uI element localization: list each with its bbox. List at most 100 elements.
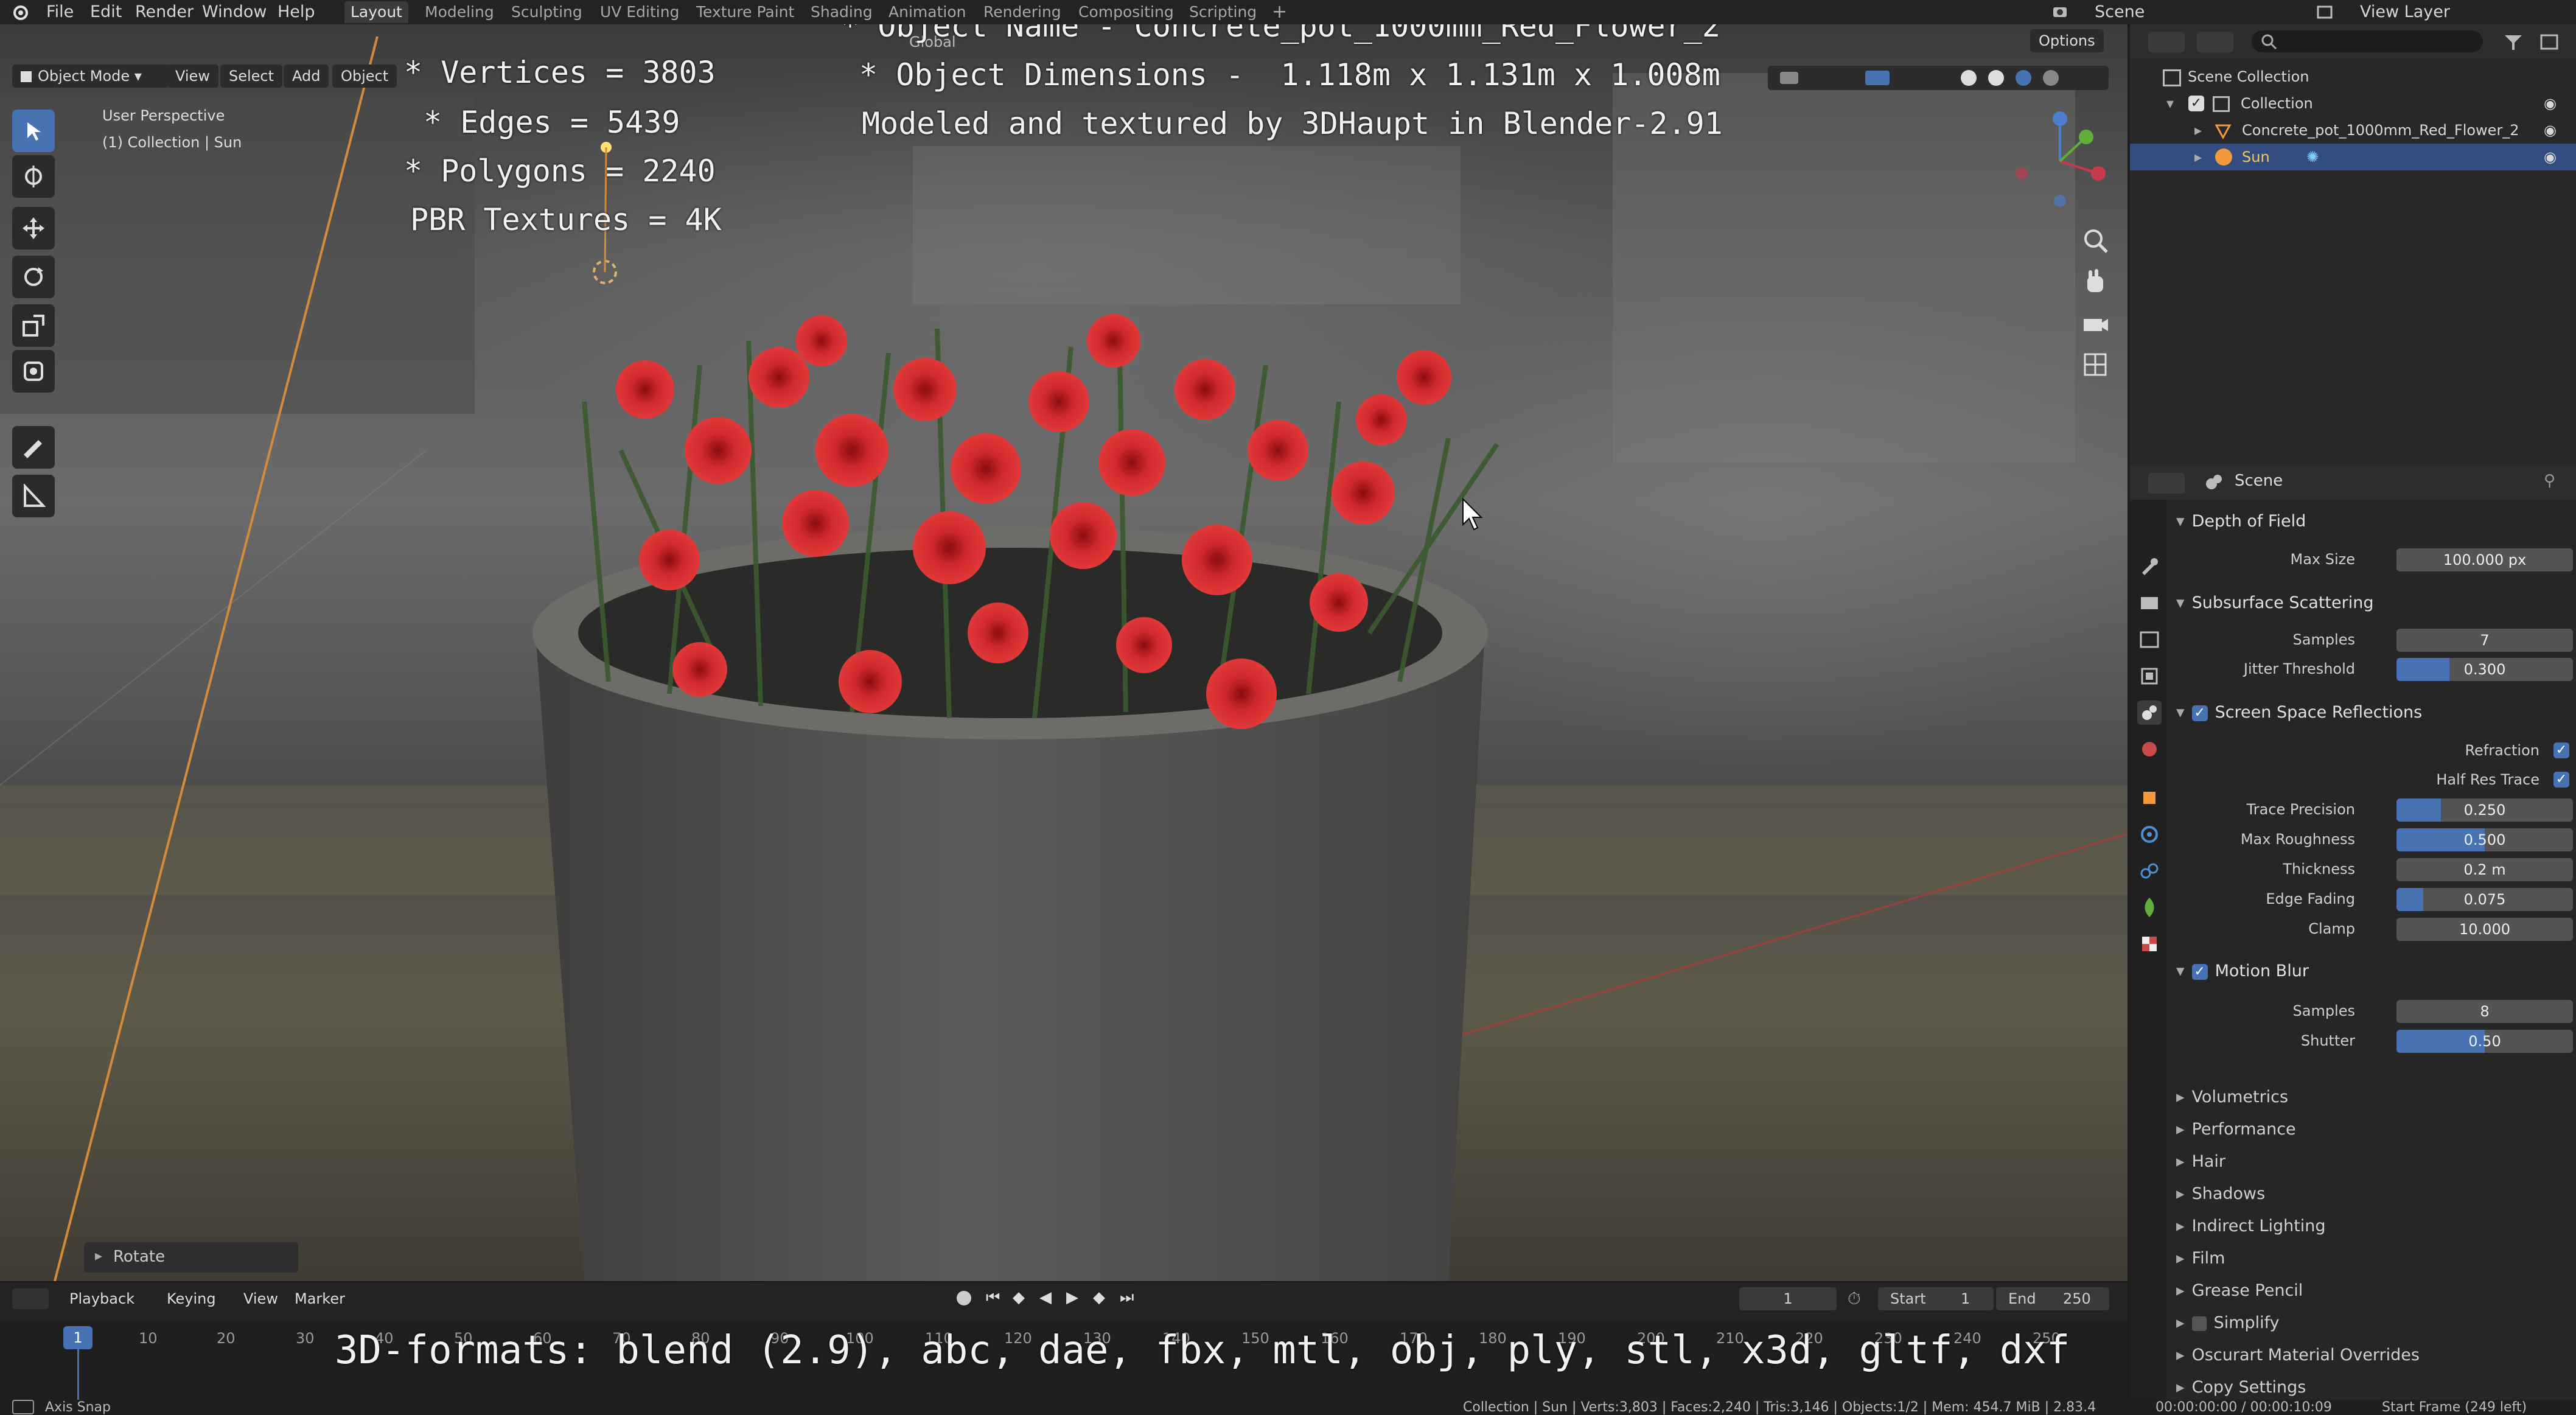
viewport-menu-view[interactable]: View [167,65,218,88]
blender-logo-icon[interactable] [11,4,29,22]
record-icon[interactable] [957,1291,971,1305]
cursor-tool-button[interactable] [12,155,55,198]
menu-edit[interactable]: Edit [90,0,122,24]
next-keyframe-icon[interactable]: ◆ [1093,1288,1105,1307]
pan-hand-icon[interactable] [2079,265,2113,299]
expand-arrow-icon[interactable]: ▾ [2166,90,2174,117]
ortho-grid-icon[interactable] [2079,348,2113,382]
tab-compositing[interactable]: Compositing [1072,1,1180,23]
visibility-eye-icon[interactable]: ◉ [2544,90,2557,117]
scene-name[interactable]: Scene [2095,0,2145,24]
expand-arrow-icon[interactable]: ▸ [2194,117,2202,144]
jump-end-icon[interactable]: ⏭ [1120,1288,1134,1307]
camera-view-icon[interactable] [2079,307,2113,341]
stopwatch-icon[interactable]: ⏱ [1848,1288,1861,1309]
playhead[interactable]: 1 [63,1326,92,1349]
section-indirect-lighting[interactable]: ▸ Indirect Lighting [2168,1211,2326,1242]
tab-rendering[interactable]: Rendering [977,1,1067,23]
viewport-menu-object[interactable]: Object [332,65,397,88]
play-reverse-icon[interactable]: ◀ [1039,1288,1052,1307]
object-tab-icon[interactable] [2137,786,2162,810]
editor-type-icon[interactable] [2148,32,2185,52]
render-tab-icon[interactable] [2137,591,2162,615]
view-layer-name[interactable]: View Layer [2360,0,2450,24]
section-oscurart-overrides[interactable]: ▸ Oscurart Material Overrides [2168,1340,2420,1371]
timeline-menu-view[interactable]: View [235,1287,287,1310]
navigation-gizmo[interactable] [2008,110,2112,213]
tab-animation[interactable]: Animation [882,1,972,23]
outliner-row-scene-collection[interactable]: Scene Collection [2130,63,2576,90]
options-dropdown[interactable]: Options [2030,29,2104,52]
section-performance[interactable]: ▸ Performance [2168,1114,2296,1145]
section-copy-settings[interactable]: ▸ Copy Settings [2168,1372,2306,1403]
pin-icon[interactable]: ⚲ [2544,472,2555,490]
move-tool-button[interactable] [12,207,55,250]
add-workspace-icon[interactable]: + [1266,1,1293,23]
tab-uv-editing[interactable]: UV Editing [594,1,685,23]
shading-controls[interactable] [1768,66,2109,90]
menu-file[interactable]: File [46,0,74,24]
half-res-trace-checkbox[interactable]: ✓ [2553,772,2569,788]
display-mode-icon[interactable] [2197,32,2233,52]
tab-modeling[interactable]: Modeling [419,1,500,23]
refraction-checkbox[interactable]: ✓ [2553,742,2569,758]
current-frame-field[interactable]: 1 [1739,1287,1837,1310]
edge-fading-field[interactable]: 0.075 [2396,888,2573,911]
new-collection-icon[interactable] [2538,32,2562,52]
thickness-field[interactable]: 0.2 m [2396,858,2573,881]
exclude-checkbox[interactable]: ✓ [2188,96,2204,111]
tab-scripting[interactable]: Scripting [1183,1,1263,23]
object-data-tab-icon[interactable] [2137,895,2162,920]
editor-type-icon[interactable] [12,1288,49,1309]
jump-start-icon[interactable]: ⏮ [986,1288,1000,1307]
start-frame-field[interactable]: Start 1 [1878,1287,1994,1310]
outliner-search-input[interactable] [2252,30,2483,52]
visibility-eye-icon[interactable]: ◉ [2544,117,2557,144]
transform-tool-button[interactable] [12,350,55,393]
rotate-tool-button[interactable] [12,256,55,298]
section-volumetrics[interactable]: ▸ Volumetrics [2168,1081,2288,1113]
max-roughness-field[interactable]: 0.500 [2396,828,2573,851]
menu-window[interactable]: Window [202,0,267,24]
simplify-checkbox[interactable] [2191,1316,2207,1331]
section-grease-pencil[interactable]: ▸ Grease Pencil [2168,1275,2303,1307]
dof-max-size-field[interactable]: 100.000 px [2396,548,2573,571]
outliner-row-collection[interactable]: ▾ ✓ Collection ◉ [2130,90,2576,117]
play-icon[interactable]: ▶ [1066,1288,1078,1307]
world-tab-icon[interactable] [2137,737,2162,761]
sss-samples-field[interactable]: 7 [2396,629,2573,652]
ssr-enable-checkbox[interactable]: ✓ [2191,705,2208,721]
scene-tab-icon[interactable] [2137,701,2162,725]
tab-sculpting[interactable]: Sculpting [505,1,588,23]
physics-tab-icon[interactable] [2137,822,2162,847]
view-layer-tab-icon[interactable] [2137,664,2162,688]
object-mode-dropdown[interactable]: Object Mode ▾ [12,65,169,88]
tab-layout[interactable]: Layout [344,1,408,23]
menu-help[interactable]: Help [277,0,315,24]
scale-tool-button[interactable] [12,304,55,347]
prev-keyframe-icon[interactable]: ◆ [1013,1288,1025,1307]
tab-shading[interactable]: Shading [805,1,879,23]
sss-jitter-field[interactable]: 0.300 [2396,658,2573,681]
viewport-menu-select[interactable]: Select [220,65,283,88]
tab-texture-paint[interactable]: Texture Paint [690,1,800,23]
timeline-menu-marker[interactable]: Marker [286,1287,354,1310]
constraints-tab-icon[interactable] [2137,859,2162,883]
menu-render[interactable]: Render [135,0,194,24]
section-depth-of-field[interactable]: ▾ Depth of Field [2168,506,2576,537]
zoom-icon[interactable] [2079,224,2113,258]
mb-samples-field[interactable]: 8 [2396,1000,2573,1023]
timeline-menu-keying[interactable]: Keying [158,1287,225,1310]
motion-blur-enable-checkbox[interactable]: ✓ [2191,963,2208,980]
section-film[interactable]: ▸ Film [2168,1243,2225,1274]
end-frame-field[interactable]: End 250 [1996,1287,2109,1310]
visibility-eye-icon[interactable]: ◉ [2544,144,2557,170]
texture-tab-icon[interactable] [2137,932,2162,956]
tool-tab-icon[interactable] [2137,554,2162,579]
editor-type-icon[interactable] [2148,473,2185,494]
shutter-field[interactable]: 0.50 [2396,1030,2573,1053]
viewport-menu-add[interactable]: Add [284,65,329,88]
measure-tool-button[interactable] [12,475,55,517]
section-hair[interactable]: ▸ Hair [2168,1146,2225,1178]
outliner-row-sun[interactable]: ▸ Sun ✺ ◉ [2130,144,2576,170]
